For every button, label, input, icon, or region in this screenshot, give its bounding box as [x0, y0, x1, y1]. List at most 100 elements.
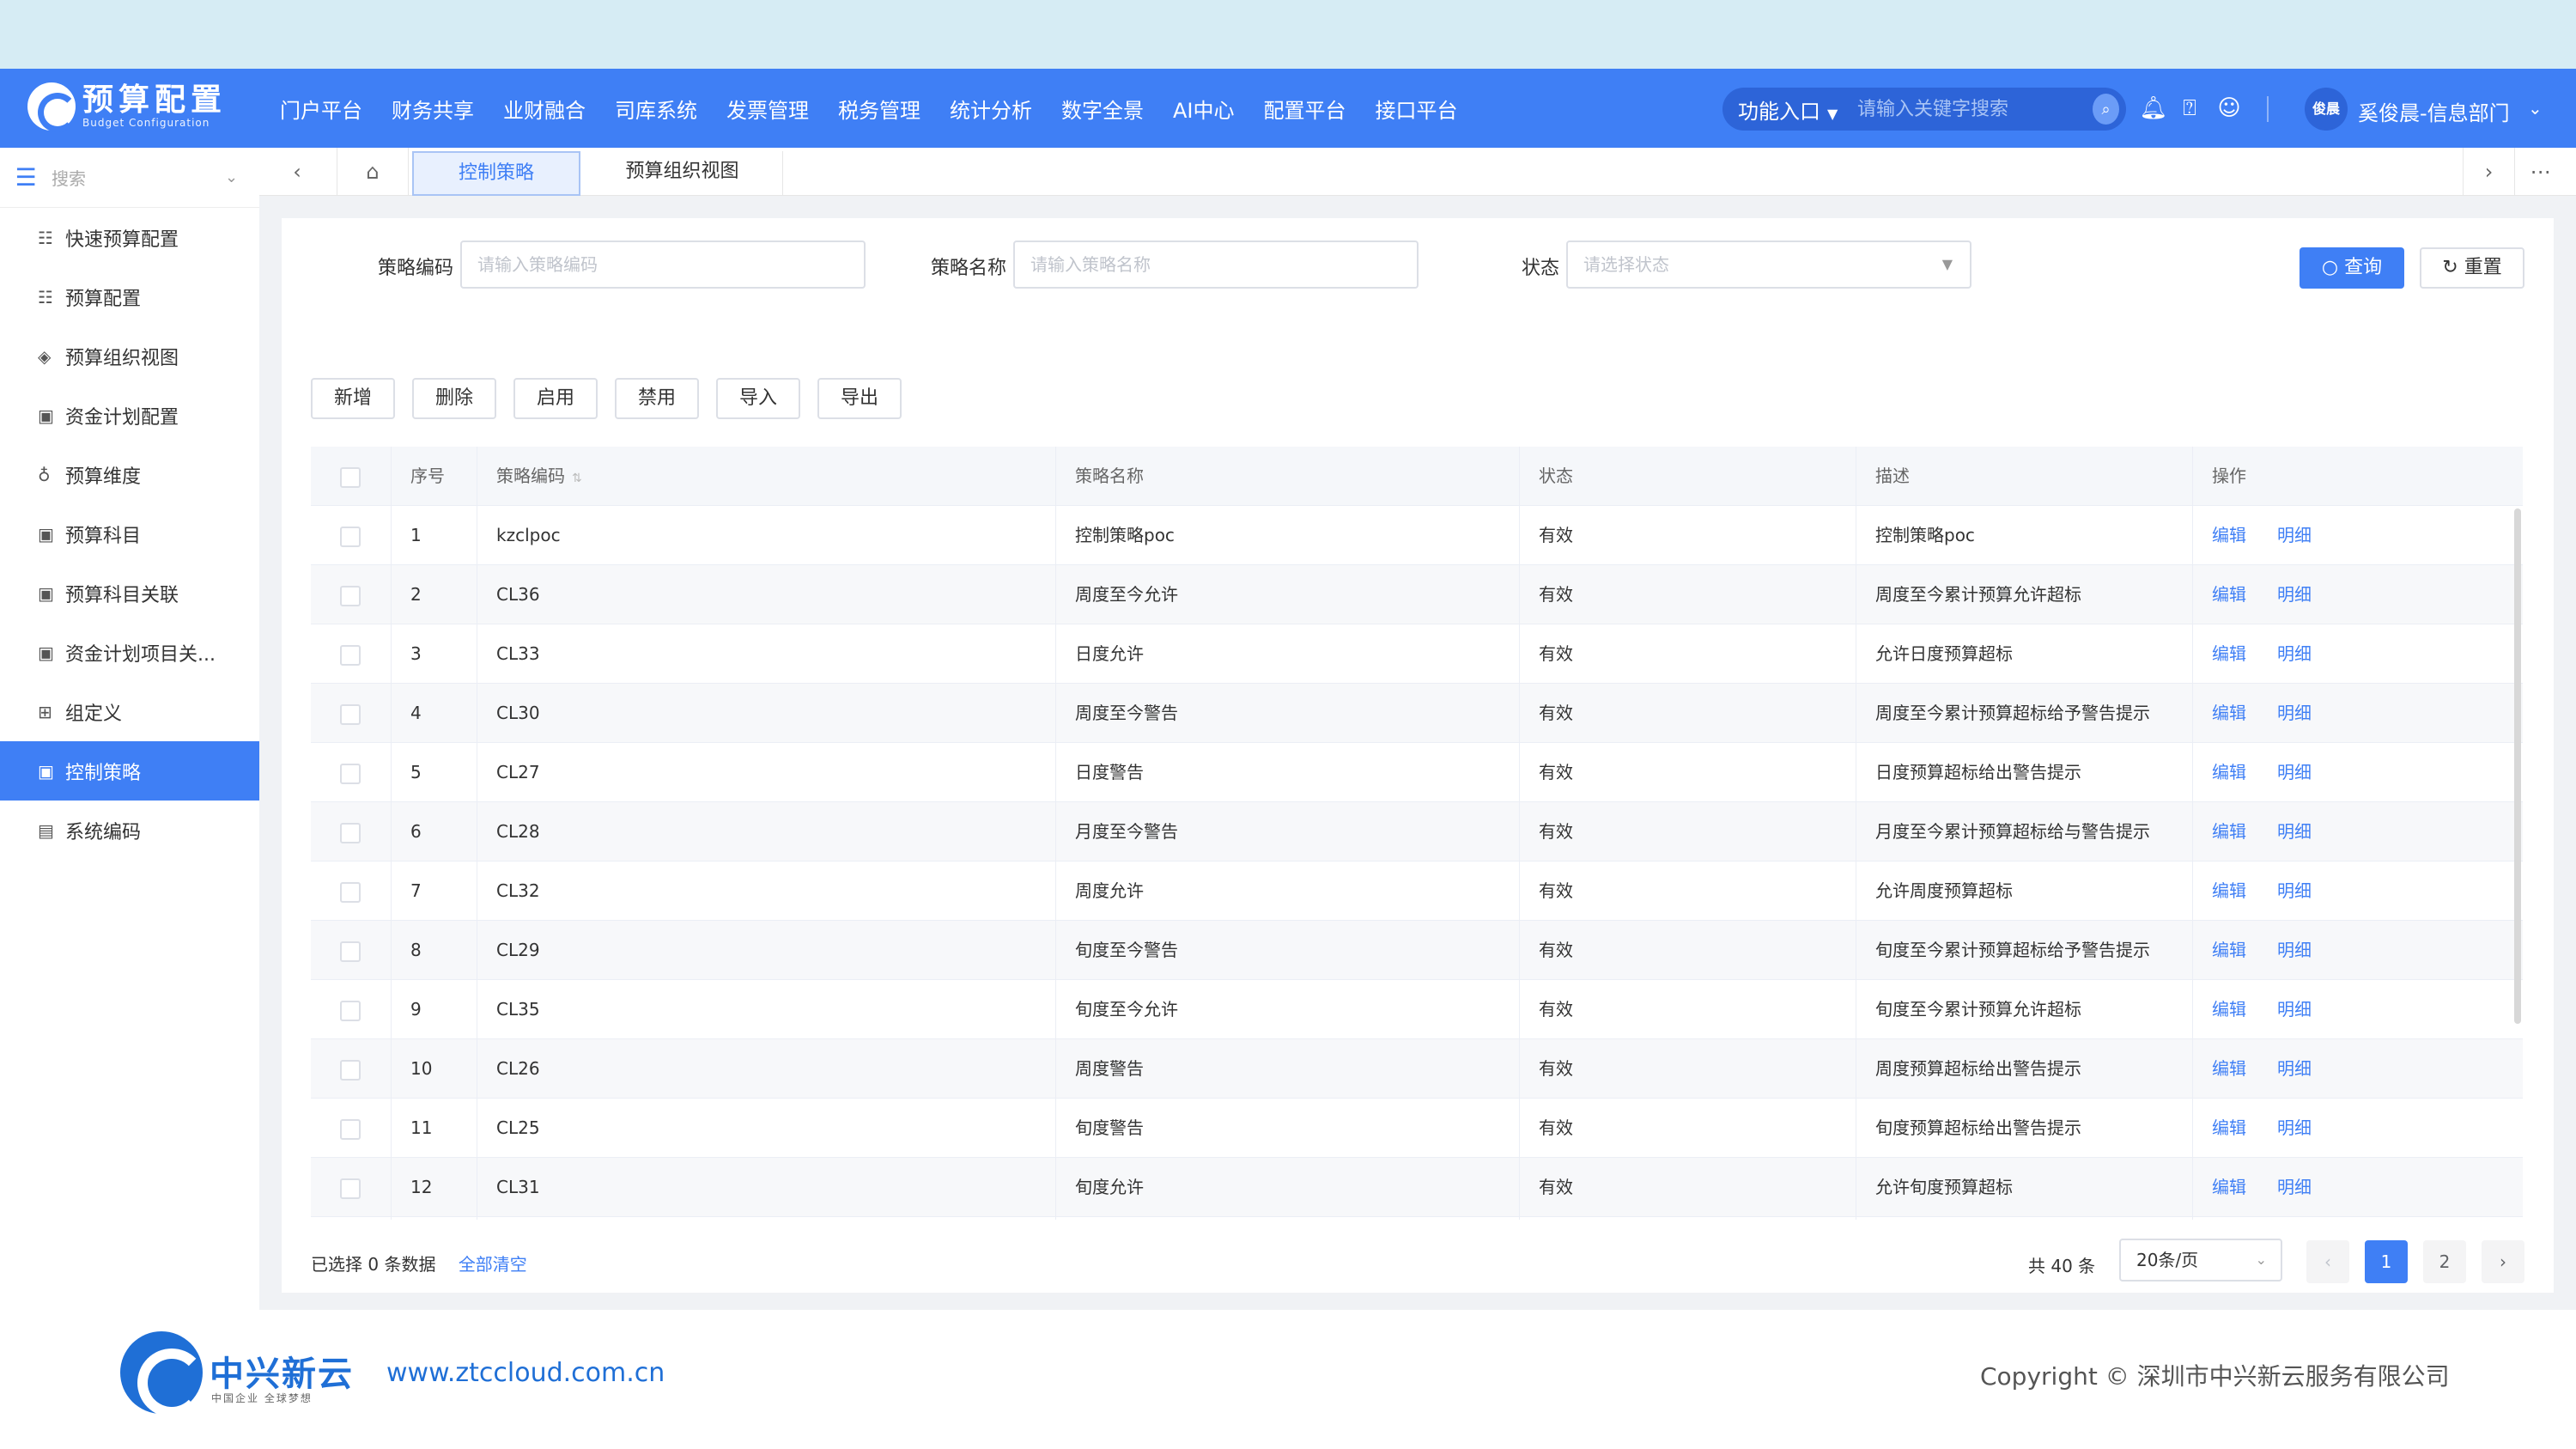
- detail-link[interactable]: 明细: [2277, 584, 2312, 605]
- nav-item-4[interactable]: 发票管理: [726, 94, 809, 124]
- sidebar-item-7[interactable]: ▣ 资金计划项目关...: [0, 623, 259, 682]
- edit-link[interactable]: 编辑: [2212, 999, 2246, 1020]
- table-row[interactable]: 9 CL35 旬度至今允许 有效 旬度至今累计预算允许超标 编辑 明细: [311, 980, 2523, 1039]
- header-code[interactable]: 策略编码 ⇅: [477, 447, 1056, 506]
- sidebar-item-5[interactable]: ▣ 预算科目: [0, 504, 259, 563]
- sidebar-search-text[interactable]: 搜索: [52, 165, 225, 190]
- edit-link[interactable]: 编辑: [2212, 1117, 2246, 1138]
- prev-page-button[interactable]: ‹: [2306, 1240, 2349, 1283]
- username[interactable]: 奚俊晨-信息部门: [2358, 96, 2510, 126]
- row-checkbox[interactable]: [311, 1099, 392, 1158]
- sidebar-item-8[interactable]: ⊞ 组定义: [0, 682, 259, 741]
- nav-item-9[interactable]: 配置平台: [1264, 94, 1346, 124]
- row-checkbox[interactable]: [311, 684, 392, 743]
- menu-icon[interactable]: ☰: [0, 163, 52, 192]
- bell-icon[interactable]: 🔔︎: [2138, 93, 2169, 124]
- toolbar-button-0[interactable]: 新增: [311, 378, 395, 419]
- row-checkbox[interactable]: [311, 802, 392, 861]
- edit-link[interactable]: 编辑: [2212, 880, 2246, 901]
- edit-link[interactable]: 编辑: [2212, 643, 2246, 664]
- detail-link[interactable]: 明细: [2277, 703, 2312, 723]
- detail-link[interactable]: 明细: [2277, 940, 2312, 960]
- edit-link[interactable]: 编辑: [2212, 762, 2246, 782]
- edit-link[interactable]: 编辑: [2212, 525, 2246, 545]
- tab-prev-icon[interactable]: ‹: [271, 148, 323, 196]
- sidebar-item-1[interactable]: ☷ 预算配置: [0, 267, 259, 326]
- toolbar-button-1[interactable]: 删除: [412, 378, 496, 419]
- table-row[interactable]: 2 CL36 周度至今允许 有效 周度至今累计预算允许超标 编辑 明细: [311, 565, 2523, 624]
- status-select[interactable]: 请选择状态 ▼: [1566, 240, 1971, 289]
- strategy-name-input[interactable]: 请输入策略名称: [1013, 240, 1419, 289]
- row-checkbox[interactable]: [311, 1039, 392, 1099]
- sidebar-item-2[interactable]: ◈ 预算组织视图: [0, 326, 259, 386]
- table-row[interactable]: 4 CL30 周度至今警告 有效 周度至今累计预算超标给予警告提示 编辑 明细: [311, 684, 2523, 743]
- nav-item-10[interactable]: 接口平台: [1376, 94, 1458, 124]
- row-checkbox[interactable]: [311, 1217, 392, 1220]
- sidebar-item-3[interactable]: ▣ 资金计划配置: [0, 386, 259, 445]
- tab-next-icon[interactable]: ›: [2463, 148, 2514, 196]
- detail-link[interactable]: 明细: [2277, 1177, 2312, 1197]
- table-row[interactable]: 5 CL27 日度警告 有效 日度预算超标给出警告提示 编辑 明细: [311, 743, 2523, 802]
- detail-link[interactable]: 明细: [2277, 643, 2312, 664]
- row-checkbox[interactable]: [311, 565, 392, 624]
- reset-button[interactable]: ↻ 重置: [2420, 247, 2524, 289]
- clear-all-link[interactable]: 全部清空: [459, 1254, 527, 1275]
- sidebar-item-0[interactable]: ☷ 快速预算配置: [0, 208, 259, 267]
- sidebar-search[interactable]: ☰ 搜索 ⌄: [0, 148, 259, 208]
- toolbar-button-2[interactable]: 启用: [513, 378, 598, 419]
- toolbar-button-3[interactable]: 禁用: [615, 378, 699, 419]
- user-switch-icon[interactable]: ☺: [2214, 93, 2245, 124]
- table-row[interactable]: 11 CL25 旬度警告 有效 旬度预算超标给出警告提示 编辑 明细: [311, 1099, 2523, 1158]
- page-2-button[interactable]: 2: [2423, 1240, 2466, 1283]
- detail-link[interactable]: 明细: [2277, 762, 2312, 782]
- brand-url[interactable]: www.ztccloud.com.cn: [386, 1358, 665, 1388]
- detail-link[interactable]: 明细: [2277, 1117, 2312, 1138]
- row-checkbox[interactable]: [311, 980, 392, 1039]
- row-checkbox[interactable]: [311, 506, 392, 565]
- more-icon[interactable]: ⋯: [2514, 148, 2566, 196]
- tab-budget-org-view[interactable]: 预算组织视图: [582, 151, 783, 196]
- search-icon[interactable]: ⌕: [2092, 94, 2119, 125]
- table-row[interactable]: 13CL34月度至今允许有效月度至今累计预算允许超标编辑明细: [311, 1217, 2523, 1220]
- sidebar-item-9[interactable]: ▣ 控制策略: [0, 741, 259, 801]
- table-row[interactable]: 1 kzclpoc 控制策略poc 有效 控制策略poc 编辑 明细: [311, 506, 2523, 565]
- query-button[interactable]: ○ 查询: [2300, 247, 2404, 289]
- nav-item-3[interactable]: 司库系统: [615, 94, 697, 124]
- edit-link[interactable]: 编辑: [2212, 821, 2246, 842]
- detail-link[interactable]: 明细: [2277, 525, 2312, 545]
- page-size-select[interactable]: 20条/页 ⌄: [2119, 1239, 2282, 1282]
- toolbar-button-4[interactable]: 导入: [716, 378, 800, 419]
- edit-link[interactable]: 编辑: [2212, 584, 2246, 605]
- row-checkbox[interactable]: [311, 624, 392, 684]
- sidebar-item-6[interactable]: ▣ 预算科目关联: [0, 563, 259, 623]
- edit-link[interactable]: 编辑: [2212, 1177, 2246, 1197]
- table-scrollbar[interactable]: [2514, 508, 2521, 1024]
- edit-link[interactable]: 编辑: [2212, 703, 2246, 723]
- table-row[interactable]: 3 CL33 日度允许 有效 允许日度预算超标 编辑 明细: [311, 624, 2523, 684]
- nav-item-7[interactable]: 数字全景: [1061, 94, 1144, 124]
- toolbar-button-5[interactable]: 导出: [817, 378, 902, 419]
- detail-link[interactable]: 明细: [2277, 821, 2312, 842]
- nav-item-6[interactable]: 统计分析: [950, 94, 1032, 124]
- row-checkbox[interactable]: [311, 861, 392, 921]
- page-1-button[interactable]: 1: [2365, 1240, 2408, 1283]
- function-entry-dropdown[interactable]: 功能入口 ▼: [1722, 94, 1850, 125]
- edit-link[interactable]: 编辑: [2212, 940, 2246, 960]
- avatar[interactable]: 俊晨: [2305, 88, 2348, 131]
- sidebar-item-4[interactable]: ♁ 预算维度: [0, 445, 259, 504]
- sidebar-item-10[interactable]: ▤ 系统编码: [0, 801, 259, 860]
- home-icon[interactable]: ⌂: [337, 148, 409, 196]
- sort-icon[interactable]: ⇅: [572, 472, 582, 485]
- edit-link[interactable]: 编辑: [2212, 1058, 2246, 1079]
- table-row[interactable]: 10 CL26 周度警告 有效 周度预算超标给出警告提示 编辑 明细: [311, 1039, 2523, 1099]
- help-icon[interactable]: ⍰: [2174, 93, 2205, 124]
- tab-control-strategy[interactable]: 控制策略: [412, 151, 580, 196]
- keyword-search-input[interactable]: [1850, 98, 2093, 120]
- table-row[interactable]: 12 CL31 旬度允许 有效 允许旬度预算超标 编辑 明细: [311, 1158, 2523, 1217]
- table-row[interactable]: 6 CL28 月度至今警告 有效 月度至今累计预算超标给与警告提示 编辑 明细: [311, 802, 2523, 861]
- row-checkbox[interactable]: [311, 743, 392, 802]
- nav-item-8[interactable]: AI中心: [1173, 94, 1235, 124]
- chevron-down-icon[interactable]: ⌄: [2528, 98, 2543, 119]
- detail-link[interactable]: 明细: [2277, 1058, 2312, 1079]
- row-checkbox[interactable]: [311, 921, 392, 980]
